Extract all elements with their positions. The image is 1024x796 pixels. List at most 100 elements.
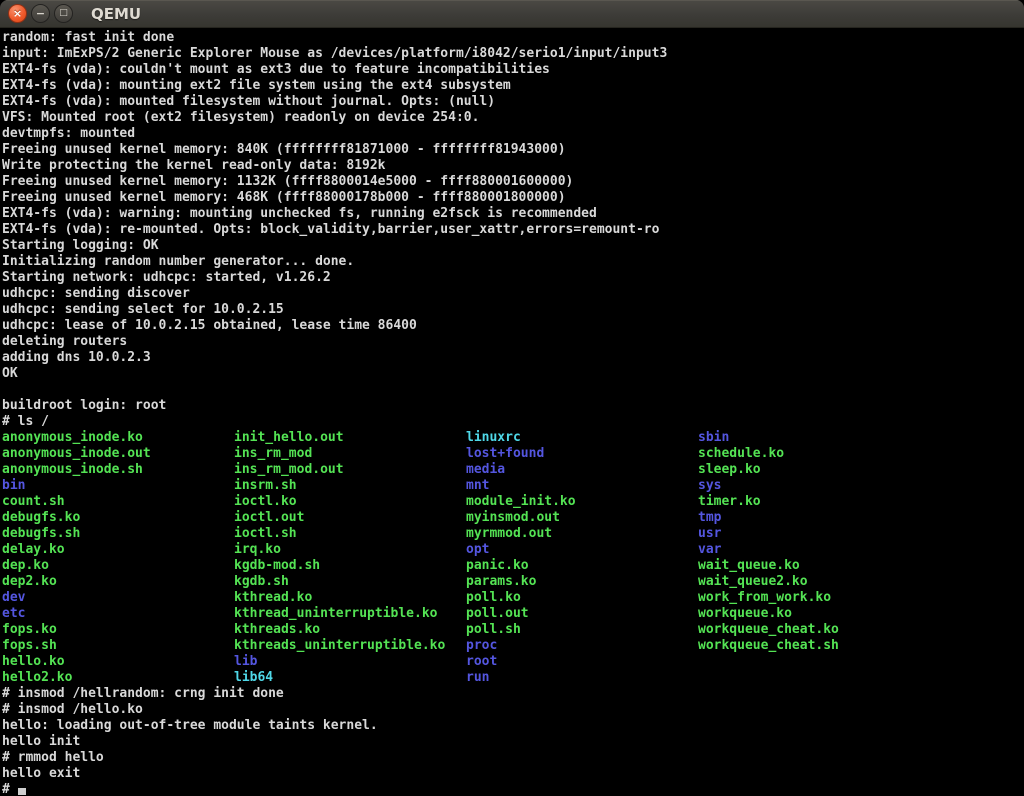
ls-row: debugfs.koioctl.outmyinsmod.outtmp <box>2 510 1024 526</box>
ls-entry: usr <box>698 526 721 542</box>
close-button[interactable]: × <box>8 4 27 23</box>
terminal-line: Write protecting the kernel read-only da… <box>2 158 1024 174</box>
terminal-line: EXT4-fs (vda): warning: mounting uncheck… <box>2 206 1024 222</box>
minimize-icon: − <box>36 8 45 19</box>
terminal-cursor <box>18 788 26 795</box>
terminal-line: Freeing unused kernel memory: 840K (ffff… <box>2 142 1024 158</box>
ls-row: debugfs.shioctl.shmyrmmod.outusr <box>2 526 1024 542</box>
ls-entry: myrmmod.out <box>466 526 698 542</box>
terminal-line <box>2 382 1024 398</box>
terminal-line: input: ImExPS/2 Generic Explorer Mouse a… <box>2 46 1024 62</box>
ls-entry: proc <box>466 638 698 654</box>
terminal-line: # insmod /hellrandom: crng init done <box>2 686 1024 702</box>
terminal-line: buildroot login: root <box>2 398 1024 414</box>
ls-row: anonymous_inode.outins_rm_modlost+founds… <box>2 446 1024 462</box>
terminal-line: Starting logging: OK <box>2 238 1024 254</box>
terminal-line: adding dns 10.0.2.3 <box>2 350 1024 366</box>
ls-entry: hello2.ko <box>2 670 234 686</box>
ls-entry: myinsmod.out <box>466 510 698 526</box>
terminal-line: Starting network: udhcpc: started, v1.26… <box>2 270 1024 286</box>
ls-entry: dep.ko <box>2 558 234 574</box>
ls-entry: kthreads.ko <box>234 622 466 638</box>
shell-prompt: # <box>2 782 18 796</box>
terminal-line: EXT4-fs (vda): mounting ext2 file system… <box>2 78 1024 94</box>
ls-entry: ioctl.out <box>234 510 466 526</box>
ls-entry: delay.ko <box>2 542 234 558</box>
terminal-line: EXT4-fs (vda): mounted filesystem withou… <box>2 94 1024 110</box>
terminal-line: OK <box>2 366 1024 382</box>
close-icon: × <box>13 8 22 19</box>
ls-entry: panic.ko <box>466 558 698 574</box>
ls-entry: count.sh <box>2 494 234 510</box>
terminal-line: hello init <box>2 734 1024 750</box>
ls-entry: anonymous_inode.sh <box>2 462 234 478</box>
ls-entry: workqueue_cheat.ko <box>698 622 839 638</box>
ls-entry: poll.sh <box>466 622 698 638</box>
ls-entry: sleep.ko <box>698 462 761 478</box>
terminal-line: deleting routers <box>2 334 1024 350</box>
ls-entry: hello.ko <box>2 654 234 670</box>
ls-entry: wait_queue2.ko <box>698 574 808 590</box>
terminal-line: # rmmod hello <box>2 750 1024 766</box>
ls-entry: opt <box>466 542 698 558</box>
ls-row: etckthread_uninterruptible.kopoll.outwor… <box>2 606 1024 622</box>
ls-entry: irq.ko <box>234 542 466 558</box>
ls-row: dep.kokgdb-mod.shpanic.kowait_queue.ko <box>2 558 1024 574</box>
minimize-button[interactable]: − <box>31 4 50 23</box>
ls-row: count.shioctl.komodule_init.kotimer.ko <box>2 494 1024 510</box>
ls-entry: bin <box>2 478 234 494</box>
ls-entry: anonymous_inode.out <box>2 446 234 462</box>
ls-row: hello2.kolib64run <box>2 670 1024 686</box>
ls-entry: init_hello.out <box>234 430 466 446</box>
ls-entry: schedule.ko <box>698 446 784 462</box>
ls-entry: var <box>698 542 721 558</box>
ls-row: hello.kolibroot <box>2 654 1024 670</box>
terminal-line: random: fast init done <box>2 30 1024 46</box>
ls-entry: lib64 <box>234 670 466 686</box>
ls-entry: debugfs.sh <box>2 526 234 542</box>
ls-entry: debugfs.ko <box>2 510 234 526</box>
ls-entry: ioctl.sh <box>234 526 466 542</box>
ls-entry: kgdb.sh <box>234 574 466 590</box>
maximize-icon: □ <box>59 9 68 18</box>
ls-entry: tmp <box>698 510 721 526</box>
ls-entry: kthread.ko <box>234 590 466 606</box>
prompt-line: # <box>2 782 1024 796</box>
terminal-line: # insmod /hello.ko <box>2 702 1024 718</box>
maximize-button[interactable]: □ <box>54 4 73 23</box>
terminal-line: EXT4-fs (vda): re-mounted. Opts: block_v… <box>2 222 1024 238</box>
ls-entry: kthreads_uninterruptible.ko <box>234 638 466 654</box>
ls-entry: fops.ko <box>2 622 234 638</box>
ls-entry: ins_rm_mod.out <box>234 462 466 478</box>
ls-row: dep2.kokgdb.shparams.kowait_queue2.ko <box>2 574 1024 590</box>
terminal-line: # ls / <box>2 414 1024 430</box>
ls-row: anonymous_inode.shins_rm_mod.outmediasle… <box>2 462 1024 478</box>
ls-entry: linuxrc <box>466 430 698 446</box>
ls-row: fops.kokthreads.kopoll.shworkqueue_cheat… <box>2 622 1024 638</box>
ls-entry: work_from_work.ko <box>698 590 831 606</box>
ls-entry: media <box>466 462 698 478</box>
ls-entry: anonymous_inode.ko <box>2 430 234 446</box>
ls-entry: lib <box>234 654 466 670</box>
ls-entry: kthread_uninterruptible.ko <box>234 606 466 622</box>
ls-entry: root <box>466 654 698 670</box>
ls-entry: dev <box>2 590 234 606</box>
ls-entry: etc <box>2 606 234 622</box>
ls-entry: ins_rm_mod <box>234 446 466 462</box>
ls-entry: mnt <box>466 478 698 494</box>
ls-entry: module_init.ko <box>466 494 698 510</box>
terminal-line: udhcpc: sending select for 10.0.2.15 <box>2 302 1024 318</box>
terminal-line: EXT4-fs (vda): couldn't mount as ext3 du… <box>2 62 1024 78</box>
terminal-screen[interactable]: random: fast init done input: ImExPS/2 G… <box>0 28 1024 796</box>
ls-row: devkthread.kopoll.kowork_from_work.ko <box>2 590 1024 606</box>
terminal-line: udhcpc: lease of 10.0.2.15 obtained, lea… <box>2 318 1024 334</box>
terminal-line: Freeing unused kernel memory: 468K (ffff… <box>2 190 1024 206</box>
ls-entry: poll.ko <box>466 590 698 606</box>
ls-entry: run <box>466 670 698 686</box>
titlebar[interactable]: × − □ QEMU <box>0 0 1024 28</box>
ls-entry: wait_queue.ko <box>698 558 800 574</box>
ls-entry: dep2.ko <box>2 574 234 590</box>
ls-entry: sys <box>698 478 721 494</box>
terminal-line: Freeing unused kernel memory: 1132K (fff… <box>2 174 1024 190</box>
ls-entry: params.ko <box>466 574 698 590</box>
